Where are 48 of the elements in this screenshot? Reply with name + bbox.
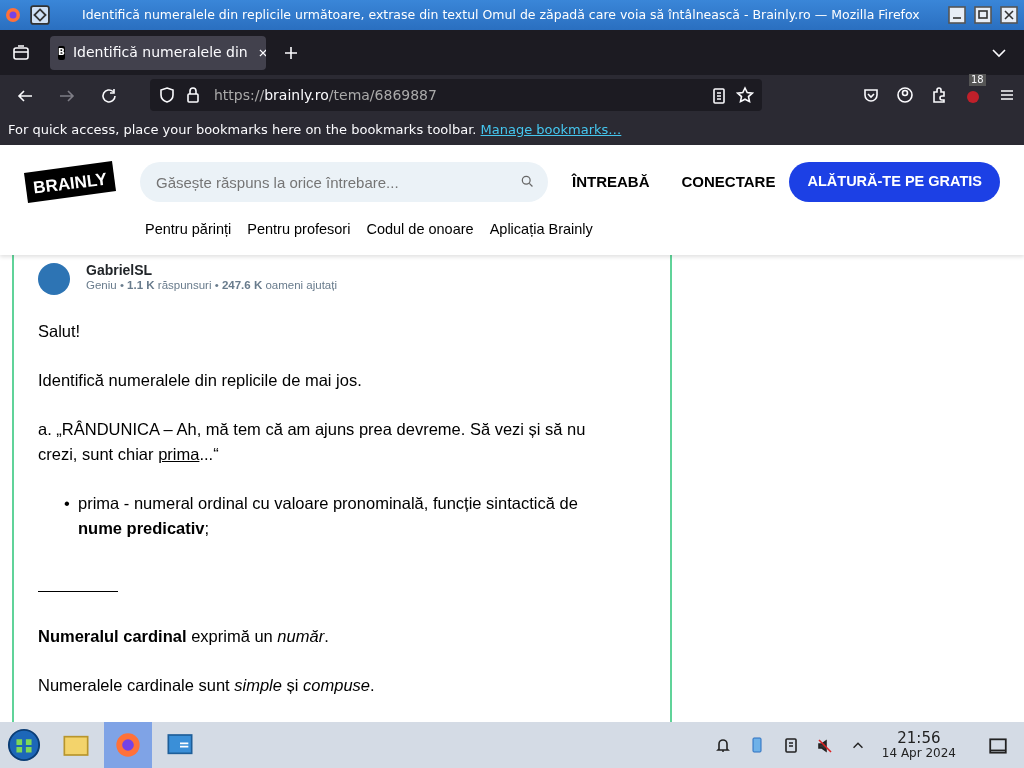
answer-paragraph: Numeralele cardinale sunt simple și compuse.	[38, 675, 376, 696]
nav-link[interactable]: Pentru profesori	[247, 219, 351, 241]
answer-paragraph: Numeralul cardinal exprimă un număr.	[38, 626, 330, 647]
answer-paragraph: Salut!	[38, 321, 82, 342]
show-desktop-icon[interactable]	[988, 735, 1008, 756]
tab-list-icon	[12, 44, 30, 62]
bell-icon[interactable]	[713, 736, 732, 754]
maximize-icon[interactable]	[972, 6, 994, 24]
firefox-icon	[113, 730, 143, 760]
reader-view-icon[interactable]	[710, 86, 728, 105]
join-button[interactable]: ALĂTURĂ-TE PE GRATIS	[789, 162, 1000, 202]
bullet-marker: •	[64, 493, 71, 514]
shield-icon	[158, 86, 176, 104]
ask-button[interactable]: ÎNTREABĂ	[564, 169, 658, 195]
start-button-icon[interactable]	[7, 728, 41, 762]
manage-bookmarks-link[interactable]: Manage bookmarks…	[480, 120, 622, 140]
minimize-icon[interactable]	[946, 6, 968, 24]
login-button[interactable]: CONECTARE	[673, 169, 784, 195]
reload-icon[interactable]	[100, 86, 118, 105]
nav-link[interactable]: Pentru părinți	[145, 219, 232, 241]
nav-link[interactable]: Aplicația Brainly	[489, 219, 593, 241]
clock[interactable]: 21:56 14 Apr 2024	[881, 730, 956, 760]
bullet-item: prima - numeral ordinal cu valoare pronominală, funcție sintactică de nume predicativ;	[78, 493, 579, 539]
answer-paragraph: Identifică numeralele din replicile de mai jos.	[38, 370, 363, 391]
avatar	[38, 263, 70, 295]
window-menu-icon[interactable]	[30, 5, 50, 25]
answer-paragraph: a. „RÂNDUNICA – Ah, mă tem că am ajuns prea devreme. Să vezi și să nu crezi, sunt chiar prima...“	[38, 419, 587, 465]
notification-badge: 18	[969, 74, 986, 86]
extensions-icon[interactable]	[930, 86, 948, 104]
search-icon[interactable]	[520, 174, 534, 188]
window-title: Identifică numeralele din replicile următoare, extrase din textul Omul de zăpadă care voia să întâlnească - Brainly.ro — Mozilla Firefox	[82, 5, 920, 24]
brainly-logo[interactable]: BRAINLY	[24, 161, 116, 203]
url-text: https://brainly.ro/tema/6869887	[214, 85, 437, 105]
new-tab-icon[interactable]	[282, 44, 300, 62]
account-icon[interactable]	[896, 86, 914, 104]
muted-speaker-icon[interactable]	[815, 736, 834, 755]
bookmarks-message: For quick access, place your bookmarks here on the bookmarks toolbar.	[8, 121, 477, 140]
nav-link[interactable]: Codul de onoare	[366, 219, 474, 241]
address-bar[interactable]: https://brainly.ro/tema/6869887	[150, 79, 762, 111]
search-field[interactable]: Găsește răspuns la orice întrebare...	[140, 162, 548, 202]
author-stats: Geniu • 1.1 K răspunsuri • 247.6 K oameni ajutați	[86, 278, 337, 294]
favicon: B	[58, 45, 65, 60]
author-name[interactable]: GabrielSL	[86, 263, 337, 278]
close-icon[interactable]	[998, 6, 1020, 24]
lock-icon	[184, 86, 202, 104]
browser-tab[interactable]: B Identifică numeralele din	[50, 35, 266, 70]
bookmark-star-icon[interactable]	[736, 86, 754, 104]
pocket-icon[interactable]	[862, 86, 880, 104]
